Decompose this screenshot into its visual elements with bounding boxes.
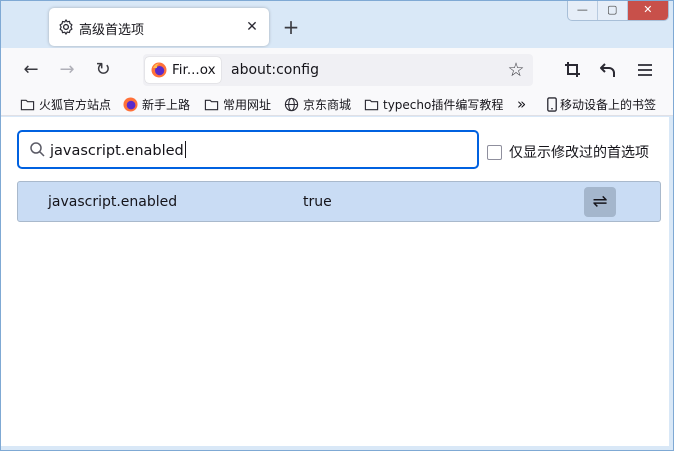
phone-icon [547,96,557,112]
bookmark-item[interactable]: typecho插件编写教程 [364,95,503,113]
about-config-page: javascript.enabled 仅显示修改过的首选项 javascript… [1,117,669,446]
search-icon [30,142,45,157]
tab-advanced-preferences[interactable]: 高级首选项 ✕ [49,8,269,46]
checkbox-box[interactable] [487,144,502,160]
bookmark-label: 新手上路 [142,97,191,112]
tab-strip: 高级首选项 ✕ + — ▢ ✕ [1,1,673,48]
forward-button[interactable]: → [54,57,80,83]
text-caret [184,141,186,158]
folder-icon [364,99,379,110]
tab-close-icon[interactable]: ✕ [241,16,263,38]
bookmark-star-icon[interactable]: ☆ [503,57,529,83]
bookmarks-overflow-icon[interactable]: » [517,95,526,113]
preference-name: javascript.enabled [48,194,178,210]
browser-window: 高级首选项 ✕ + — ▢ ✕ ← → ↻ Fir...ox about:con… [0,0,674,451]
tab-title: 高级首选项 [79,23,145,38]
undo-icon[interactable] [599,61,617,79]
close-window-button[interactable]: ✕ [627,1,669,20]
show-modified-checkbox[interactable]: 仅显示修改过的首选项 [487,142,649,162]
preference-value: true [303,194,332,210]
reload-button[interactable]: ↻ [90,57,116,83]
menu-icon[interactable] [636,61,654,79]
mobile-bookmarks-item[interactable]: 移动设备上的书签 [546,95,656,113]
url-text[interactable]: about:config [231,62,319,78]
bookmark-item[interactable]: 火狐官方站点 [20,95,111,113]
minimize-button[interactable]: — [568,1,598,20]
firefox-icon [151,62,167,78]
toggle-button[interactable]: ⇌ [584,187,616,217]
bookmark-label: 移动设备上的书签 [560,97,657,112]
identity-label: Fir...ox [172,62,216,78]
bookmark-label: 京东商城 [303,97,352,112]
preference-search-input[interactable]: javascript.enabled [17,130,479,169]
bookmark-label: typecho插件编写教程 [383,97,504,112]
show-modified-label: 仅显示修改过的首选项 [509,145,649,161]
new-tab-button[interactable]: + [279,15,303,39]
bookmark-label: 常用网址 [223,97,272,112]
identity-box[interactable]: Fir...ox [145,57,221,83]
folder-icon [204,99,219,110]
url-bar[interactable]: Fir...ox about:config ☆ [143,54,533,86]
bookmark-item[interactable]: 新手上路 [123,95,190,113]
maximize-button[interactable]: ▢ [598,1,628,20]
bookmark-item[interactable]: 京东商城 [284,95,351,113]
window-controls: — ▢ ✕ [567,1,669,21]
crop-icon[interactable] [564,61,582,79]
gear-icon [59,19,73,35]
search-value: javascript.enabled [50,141,186,159]
navigation-toolbar: ← → ↻ Fir...ox about:config ☆ [1,48,673,92]
folder-icon [20,99,35,110]
bookmark-label: 火狐官方站点 [39,97,112,112]
bookmark-item[interactable]: 常用网址 [204,95,271,113]
globe-icon [284,97,299,111]
bookmarks-toolbar: 火狐官方站点 新手上路 常用网址 京东商城 typecho插件编写教程 » 移动… [1,92,673,116]
preference-row[interactable]: javascript.enabled true ⇌ [17,181,661,222]
back-button[interactable]: ← [18,57,44,83]
firefox-icon [123,96,138,112]
